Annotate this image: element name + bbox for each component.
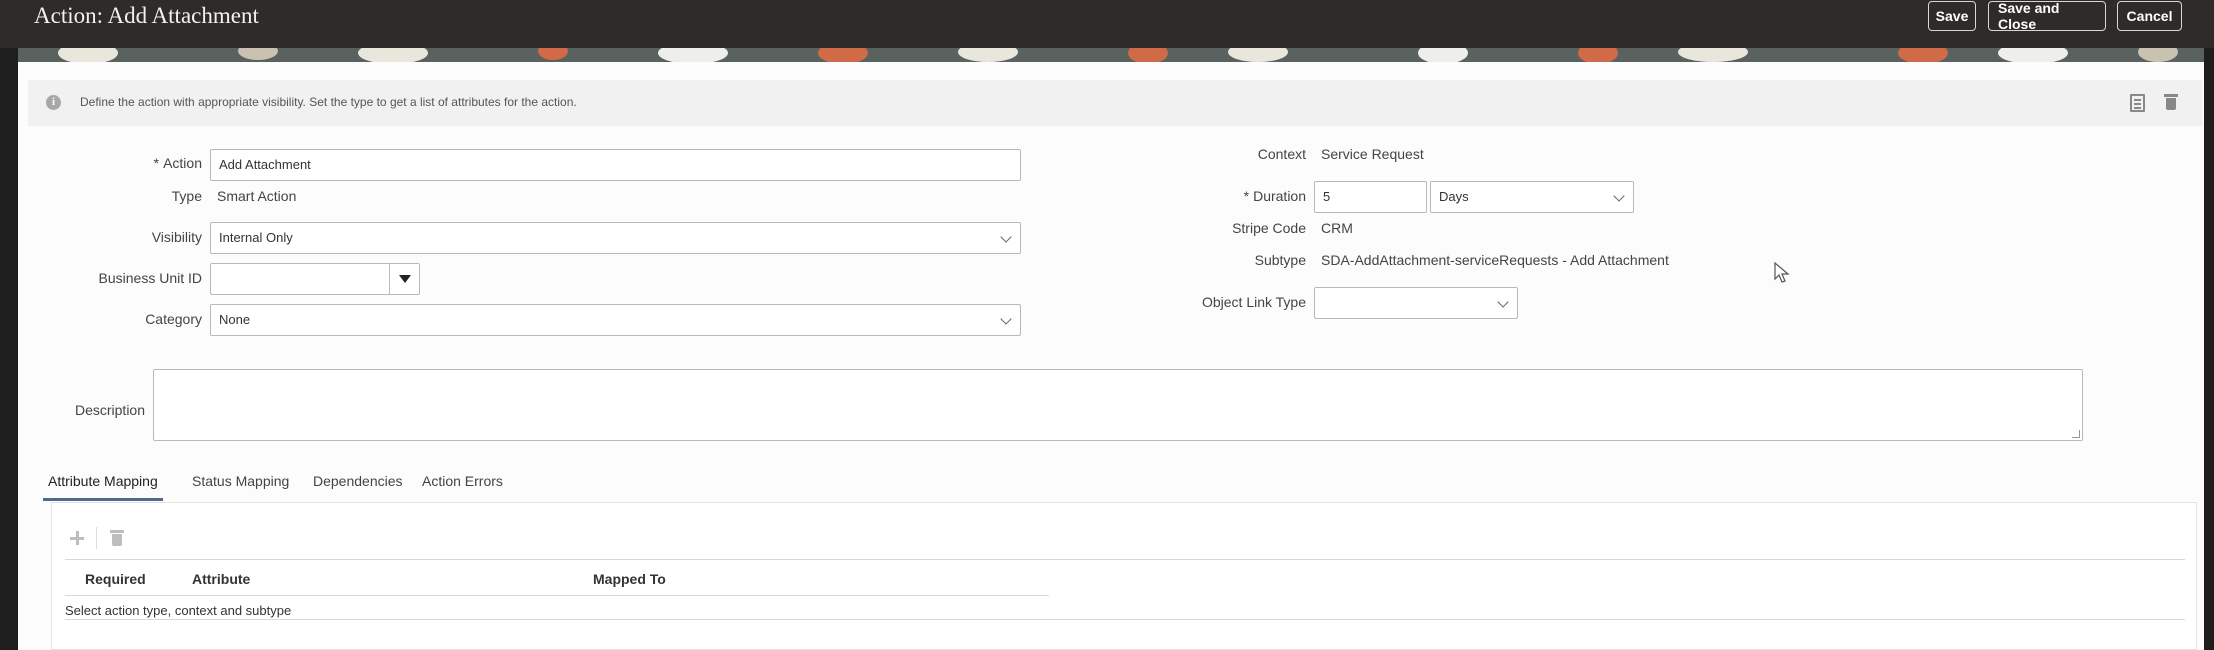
save-and-close-button[interactable]: Save and Close	[1988, 0, 2106, 32]
resize-handle-icon[interactable]	[2072, 430, 2080, 438]
toolbar-divider	[96, 527, 97, 549]
column-header-mapped-to: Mapped To	[593, 571, 666, 587]
visibility-select[interactable]: Internal Only	[210, 222, 1021, 254]
action-label: * Action	[153, 155, 202, 171]
description-textarea[interactable]	[153, 369, 2083, 441]
business-unit-label: Business Unit ID	[98, 270, 202, 286]
empty-table-message: Select action type, context and subtype	[65, 603, 292, 618]
tab-status-mapping[interactable]: Status Mapping	[192, 467, 289, 501]
table-bottom-divider	[65, 619, 2185, 620]
type-value: Smart Action	[217, 188, 297, 204]
visibility-label: Visibility	[151, 229, 202, 245]
column-header-required: Required	[85, 571, 146, 587]
category-select[interactable]: None	[210, 304, 1021, 336]
trash-icon[interactable]	[2164, 94, 2178, 110]
plus-icon[interactable]	[70, 531, 84, 545]
toolbar-divider-line	[65, 559, 2185, 560]
duration-unit-value: Days	[1439, 189, 1469, 204]
duration-input[interactable]: 5	[1314, 181, 1427, 213]
subtype-label: Subtype	[1254, 252, 1306, 268]
info-text: Define the action with appropriate visib…	[80, 95, 577, 109]
decorative-banner	[18, 48, 2204, 62]
object-link-type-label: Object Link Type	[1201, 294, 1306, 310]
tab-dependencies[interactable]: Dependencies	[313, 467, 403, 501]
context-label: Context	[1257, 146, 1306, 162]
chevron-down-icon	[1613, 190, 1625, 202]
stripe-code-value: CRM	[1321, 220, 1353, 236]
info-bar: i Define the action with appropriate vis…	[28, 80, 2202, 126]
save-button[interactable]: Save	[1928, 1, 1976, 31]
document-icon[interactable]	[2130, 94, 2145, 112]
visibility-select-value: Internal Only	[219, 230, 293, 245]
page-header: Action: Add Attachment Save Save and Clo…	[0, 0, 2214, 48]
table-header-divider	[65, 595, 1049, 596]
business-unit-input[interactable]	[210, 263, 420, 295]
tab-action-errors[interactable]: Action Errors	[422, 467, 503, 501]
category-label: Category	[145, 311, 202, 327]
action-input[interactable]: Add Attachment	[210, 149, 1021, 181]
info-icon: i	[46, 95, 61, 110]
page-title: Action: Add Attachment	[34, 3, 259, 28]
dropdown-arrow-icon[interactable]	[389, 264, 419, 294]
description-label: Description	[74, 402, 145, 418]
type-label: Type	[171, 188, 202, 204]
mouse-cursor-icon	[1774, 262, 1790, 283]
chevron-down-icon	[1000, 231, 1012, 243]
attribute-mapping-panel: Required Attribute Mapped To Select acti…	[51, 502, 2197, 650]
chevron-down-icon	[1497, 296, 1509, 308]
category-select-value: None	[219, 312, 251, 327]
cancel-button[interactable]: Cancel	[2117, 1, 2182, 31]
stripe-code-label: Stripe Code	[1232, 220, 1306, 236]
context-value: Service Request	[1321, 146, 1424, 162]
trash-icon[interactable]	[110, 530, 124, 546]
column-header-attribute: Attribute	[192, 571, 251, 587]
subtype-value: SDA-AddAttachment-serviceRequests - Add …	[1321, 252, 1669, 268]
chevron-down-icon	[1000, 313, 1012, 325]
duration-label: * Duration	[1243, 188, 1306, 204]
tab-attribute-mapping[interactable]: Attribute Mapping	[43, 467, 163, 501]
duration-unit-select[interactable]: Days	[1430, 181, 1634, 213]
object-link-type-select[interactable]	[1314, 287, 1518, 319]
main-panel: i Define the action with appropriate vis…	[18, 62, 2204, 650]
